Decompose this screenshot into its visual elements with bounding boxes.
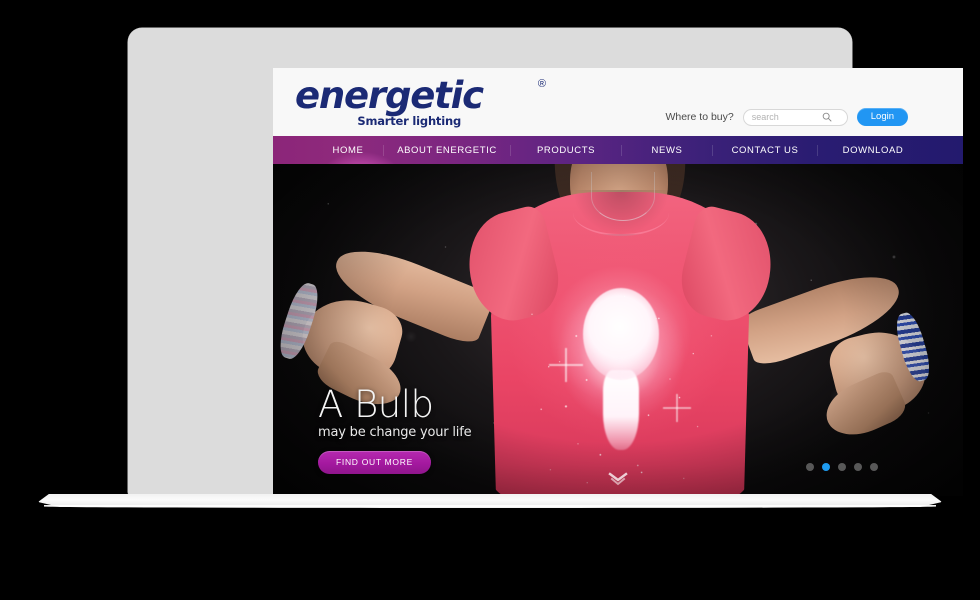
nav-item-about-energetic[interactable]: ABOUT ENERGETIC <box>384 145 510 156</box>
nav-item-download[interactable]: DOWNLOAD <box>818 145 928 156</box>
laptop-mockup: energetic ® Smarter lighting Where to buy… <box>0 0 980 600</box>
hero-subtitle: may be change your life <box>318 425 472 440</box>
carousel-dot-1[interactable] <box>806 463 814 471</box>
login-button[interactable]: Login <box>856 108 908 126</box>
find-out-more-button[interactable]: FIND OUT MORE <box>318 451 431 474</box>
laptop-base-edge <box>44 505 936 508</box>
nav-item-news[interactable]: NEWS <box>622 145 712 156</box>
laptop-screen: energetic ® Smarter lighting Where to buy… <box>273 68 963 496</box>
search-icon[interactable] <box>822 112 832 122</box>
carousel-dots <box>806 463 878 471</box>
hero-title: A Bulb <box>318 383 434 426</box>
where-to-buy-link[interactable]: Where to buy? <box>665 111 733 123</box>
brand-wordmark: energetic <box>295 74 484 117</box>
registered-trademark-icon: ® <box>537 78 546 90</box>
laptop-lid: energetic ® Smarter lighting Where to buy… <box>128 28 963 496</box>
main-navigation: HOME ABOUT ENERGETIC PRODUCTS NEWS CONTA… <box>273 136 963 164</box>
carousel-dot-4[interactable] <box>854 463 862 471</box>
glowing-lightbulb-icon <box>535 270 707 490</box>
brand-logo[interactable]: energetic ® Smarter lighting <box>295 74 546 129</box>
lens-flare <box>663 394 691 422</box>
necklace <box>591 172 655 221</box>
carousel-dot-3[interactable] <box>838 463 846 471</box>
header-utility-bar: Where to buy? Login <box>665 108 908 126</box>
search-input[interactable] <box>751 112 822 122</box>
lens-flare <box>549 348 583 382</box>
nav-item-products[interactable]: PRODUCTS <box>511 145 621 156</box>
site-header: energetic ® Smarter lighting Where to buy… <box>273 68 963 136</box>
hero-carousel: A Bulb may be change your life FIND OUT … <box>273 164 963 496</box>
hero-copy-block: A Bulb may be change your life FIND OUT … <box>318 383 472 474</box>
nav-item-contact-us[interactable]: CONTACT US <box>713 145 817 156</box>
chevron-down-icon[interactable] <box>607 472 629 486</box>
carousel-dot-2[interactable] <box>822 463 830 471</box>
nav-item-home[interactable]: HOME <box>313 145 383 156</box>
carousel-dot-5[interactable] <box>870 463 878 471</box>
search-box[interactable] <box>742 108 848 126</box>
